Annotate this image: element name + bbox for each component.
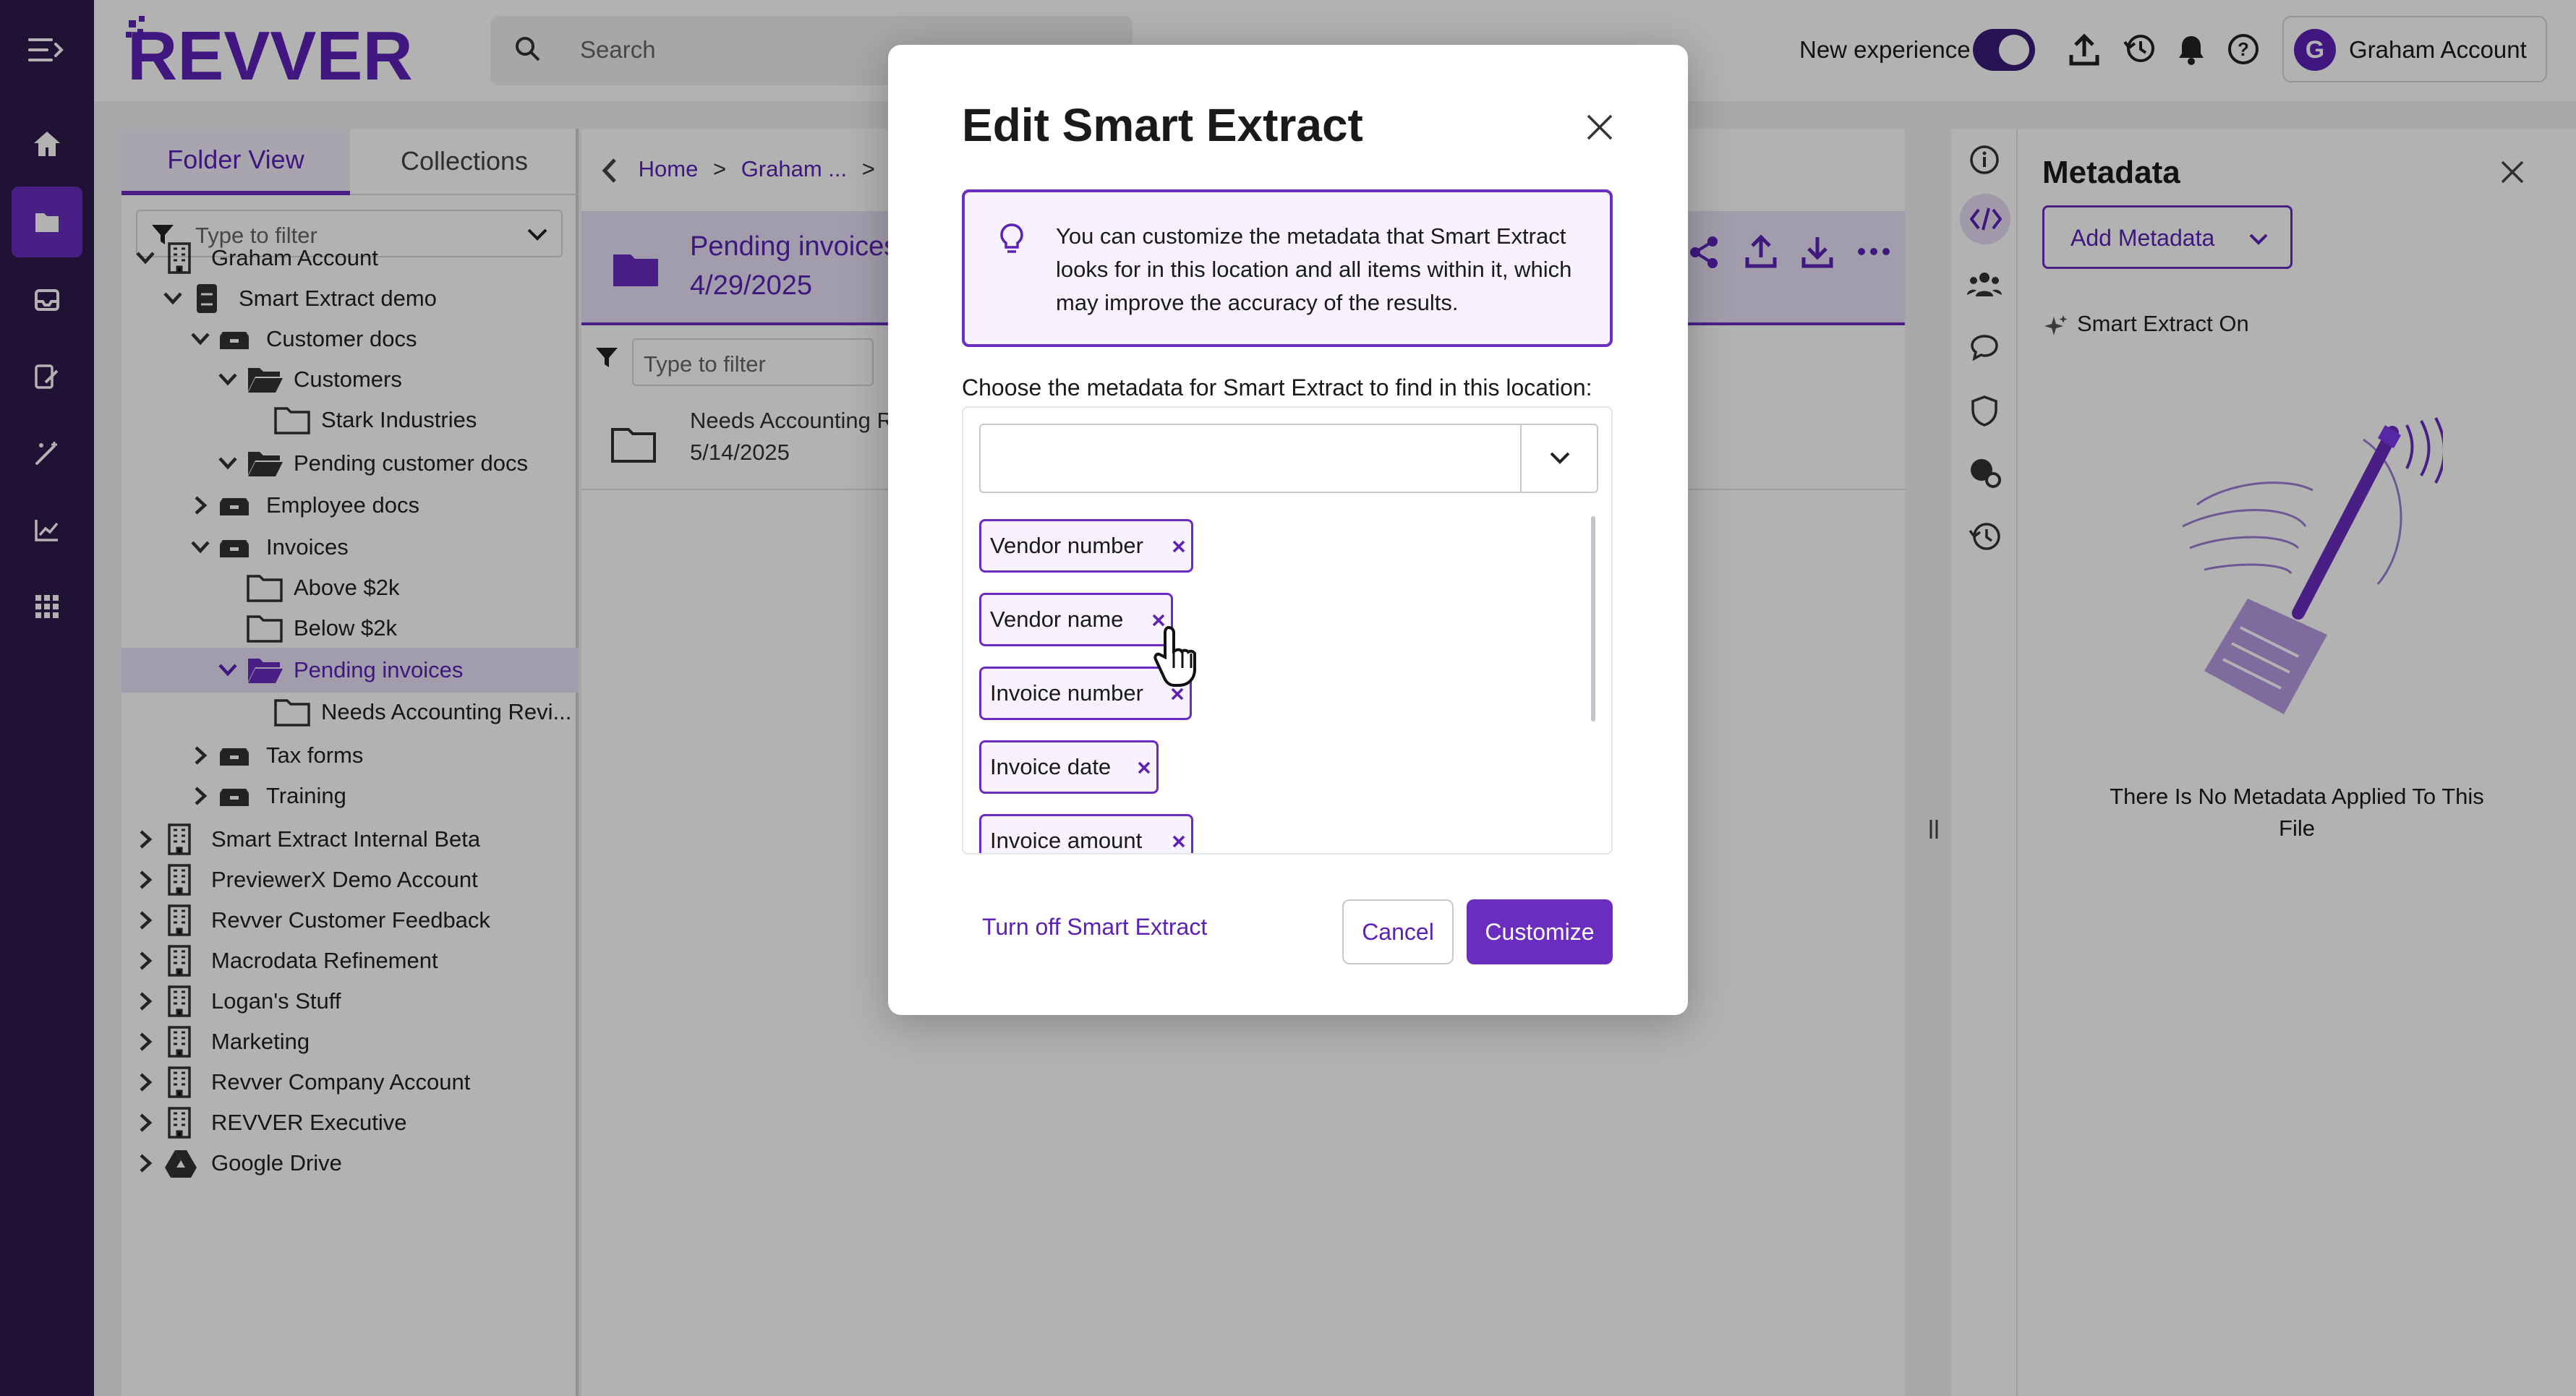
edit-smart-extract-dialog: Edit Smart Extract You can customize the… [888,45,1688,1015]
select-dropdown-button[interactable] [1520,425,1597,492]
metadata-select-input[interactable] [979,424,1598,493]
chevron-down-icon [1550,452,1570,464]
info-text: You can customize the metadata that Smar… [1056,223,1572,315]
choose-metadata-label: Choose the metadata for Smart Extract to… [962,374,1592,401]
cancel-button[interactable]: Cancel [1342,899,1454,964]
remove-chip-icon[interactable] [1168,831,1190,852]
hand-cursor-icon [1153,625,1196,687]
customize-button[interactable]: Customize [1467,899,1613,964]
remove-chip-icon[interactable] [1168,536,1190,557]
remove-chip-icon[interactable] [1133,757,1155,779]
chip-vendor-number: Vendor number [979,519,1193,573]
close-icon[interactable] [1584,111,1616,143]
chips-scrollbar[interactable] [1591,516,1595,721]
chip-invoice-date: Invoice date [979,740,1159,794]
info-callout: You can customize the metadata that Smar… [962,189,1613,347]
chip-vendor-name: Vendor name [979,593,1173,646]
dialog-title: Edit Smart Extract [962,99,1363,151]
chip-invoice-amount: Invoice amount [979,814,1193,853]
metadata-select-area: Vendor number Vendor name Invoice number… [962,406,1613,855]
lightbulb-icon [1000,223,1023,253]
turn-off-smart-extract-link[interactable]: Turn off Smart Extract [982,914,1207,941]
